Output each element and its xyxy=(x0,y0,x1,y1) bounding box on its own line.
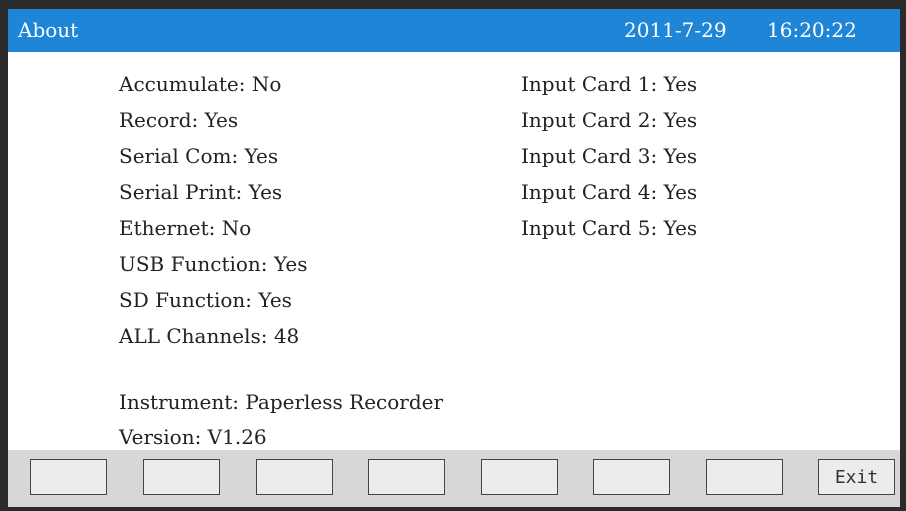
info-record: Record: Yes xyxy=(119,108,239,132)
info-all-channels: ALL Channels: 48 xyxy=(119,324,300,348)
info-accumulate: Accumulate: No xyxy=(119,72,282,96)
title-bar: About 2011-7-29 16:20:22 xyxy=(8,9,900,52)
info-serial-com: Serial Com: Yes xyxy=(119,144,279,168)
info-input-card-4: Input Card 4: Yes xyxy=(521,180,698,204)
exit-button[interactable]: Exit xyxy=(818,459,895,495)
info-sd-function: SD Function: Yes xyxy=(119,288,292,312)
date-display: 2011-7-29 xyxy=(624,18,727,42)
softkey-4-button[interactable] xyxy=(368,459,445,495)
softkey-2-button[interactable] xyxy=(143,459,220,495)
info-input-card-3: Input Card 3: Yes xyxy=(521,144,698,168)
info-input-card-1: Input Card 1: Yes xyxy=(521,72,698,96)
info-instrument: Instrument: Paperless Recorder xyxy=(119,390,444,414)
time-display: 16:20:22 xyxy=(767,18,857,42)
info-input-card-5: Input Card 5: Yes xyxy=(521,216,698,240)
softkey-bar: Exit xyxy=(8,450,900,507)
page-title: About xyxy=(18,18,79,42)
info-usb-function: USB Function: Yes xyxy=(119,252,308,276)
info-ethernet: Ethernet: No xyxy=(119,216,252,240)
info-version: Version: V1.26 xyxy=(119,425,267,449)
info-serial-print: Serial Print: Yes xyxy=(119,180,283,204)
softkey-6-button[interactable] xyxy=(593,459,670,495)
softkey-7-button[interactable] xyxy=(706,459,783,495)
info-input-card-2: Input Card 2: Yes xyxy=(521,108,698,132)
softkey-5-button[interactable] xyxy=(481,459,558,495)
info-panel: Accumulate: No Record: Yes Serial Com: Y… xyxy=(8,52,900,450)
softkey-1-button[interactable] xyxy=(30,459,107,495)
about-screen: About 2011-7-29 16:20:22 Accumulate: No … xyxy=(0,0,906,511)
softkey-3-button[interactable] xyxy=(256,459,333,495)
